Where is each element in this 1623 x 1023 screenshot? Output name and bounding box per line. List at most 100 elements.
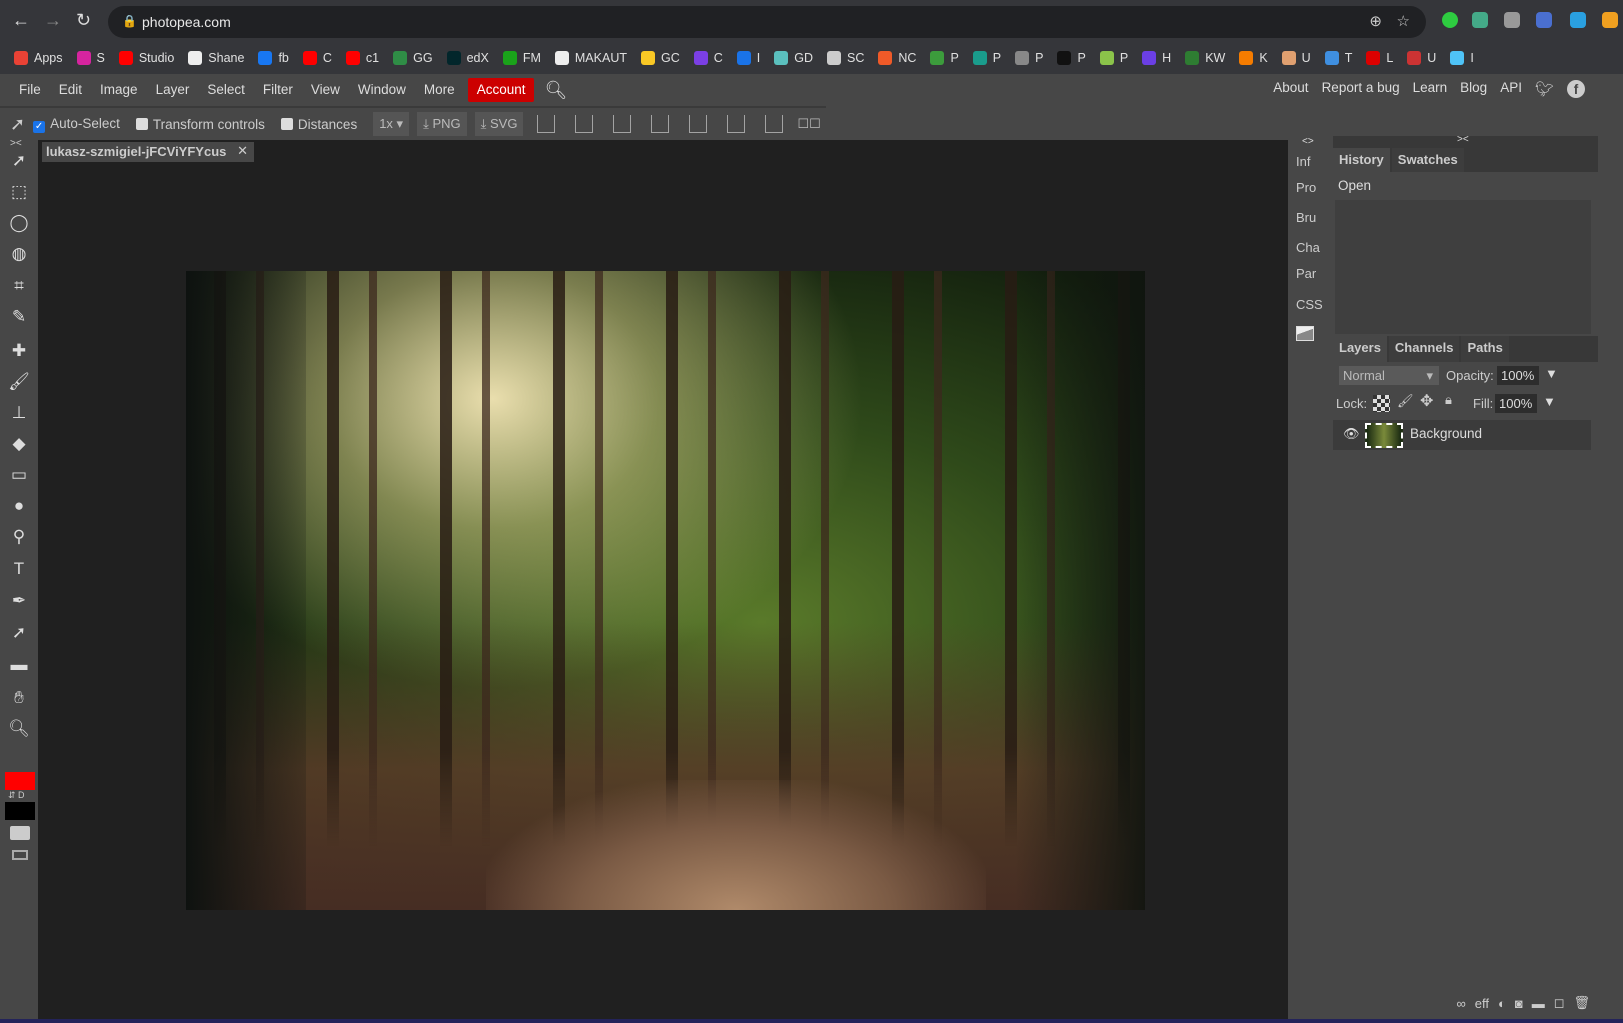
forward-icon[interactable]: → [44,10,62,31]
distribute-horizontal-icon[interactable] [651,115,670,133]
zoom-tool-icon[interactable]: 🔍︎ [8,718,30,740]
hand-tool-icon[interactable]: ✋︎ [8,687,30,709]
tab-swatches[interactable]: Swatches [1391,148,1464,172]
rect-select-tool-icon[interactable]: ⬚ [8,181,30,203]
transform-controls-checkbox[interactable]: Transform controls [135,117,265,132]
extension-icon[interactable] [1442,12,1458,28]
bookmark-item[interactable]: P [930,51,959,65]
link-learn[interactable]: Learn [1413,80,1448,98]
collapse-panel-icon[interactable]: >< [1457,134,1469,145]
adjustment-layer-icon[interactable]: ◐ [1498,996,1506,1011]
menu-view[interactable]: View [302,78,349,102]
blur-tool-icon[interactable]: ● [8,495,30,517]
bookmark-item[interactable]: edX [446,51,489,65]
align-right-icon[interactable] [613,115,632,133]
panel-button-pro[interactable]: Pro [1296,180,1316,195]
bookmark-item[interactable]: c1 [345,51,379,65]
link-api[interactable]: API [1500,80,1522,98]
foreground-color-swatch[interactable] [5,772,35,790]
canvas-image[interactable] [186,271,1145,910]
lock-all-icon[interactable]: 🔒︎ [1445,392,1452,408]
extension-icon[interactable] [1602,12,1618,28]
bookmark-item[interactable]: S [76,51,105,65]
bookmark-item[interactable]: H [1142,51,1171,65]
menu-image[interactable]: Image [91,78,147,102]
pen-tool-icon[interactable]: ✒︎ [8,590,30,612]
reload-icon[interactable]: ↻ [76,10,91,31]
menu-filter[interactable]: Filter [254,78,302,102]
scale-dropdown[interactable]: 1x ▾ [373,112,410,136]
auto-select-checkbox[interactable]: ✓ Auto-Select [33,116,120,133]
lock-paint-icon[interactable]: 🖌︎ [1397,393,1414,409]
brush-tool-icon[interactable]: 🖌︎ [8,371,30,393]
align-left-icon[interactable] [537,115,556,133]
search-icon[interactable]: 🔍︎ [544,80,567,101]
bookmark-item[interactable]: P [1099,51,1128,65]
bookmark-item[interactable]: NC [878,51,916,65]
tab-layers[interactable]: Layers [1333,336,1387,362]
panel-button-css[interactable]: CSS [1296,297,1323,312]
panel-button-par[interactable]: Par [1296,266,1316,281]
layer-name[interactable]: Background [1410,426,1482,441]
fill-input[interactable]: 100% [1495,394,1537,413]
opacity-dropdown-icon[interactable]: ▼ [1545,366,1558,381]
bookmark-item[interactable]: KW [1185,51,1225,65]
blend-mode-select[interactable]: Normal ▾ [1339,366,1439,385]
layer-row[interactable]: 👁︎ Background [1333,420,1591,450]
bookmark-item[interactable]: U [1407,51,1436,65]
panel-button-inf[interactable]: Inf [1296,154,1310,169]
link-report-bug[interactable]: Report a bug [1322,80,1400,98]
eye-icon[interactable]: 👁︎ [1343,426,1360,442]
bookmark-item[interactable]: U [1281,51,1311,65]
bookmark-item[interactable]: FM [502,51,541,65]
bookmark-item[interactable]: I [1450,51,1474,65]
distribute-vertical-icon[interactable]: ☐☐ [797,116,820,132]
menu-layer[interactable]: Layer [147,78,199,102]
bookmark-item[interactable]: GG [393,51,433,65]
bookmark-item[interactable]: P [1015,51,1043,65]
opacity-input[interactable]: 100% [1497,366,1539,385]
bookmark-item[interactable]: I [736,51,760,65]
bookmark-item[interactable]: GD [774,51,813,65]
star-icon[interactable]: ☆ [1397,12,1410,30]
gradient-tool-icon[interactable]: ▭ [8,464,30,486]
rectangle-tool-icon[interactable]: ▬ [8,654,30,676]
quick-select-tool-icon[interactable]: ◍ [8,243,30,265]
panel-button-cha[interactable]: Cha [1296,240,1320,255]
history-item[interactable]: Open [1333,176,1593,195]
align-center-icon[interactable] [575,115,594,133]
close-icon[interactable]: ✕ [237,143,248,159]
extension-icon[interactable] [1570,12,1586,28]
panel-button-bru[interactable]: Bru [1296,210,1316,225]
fill-dropdown-icon[interactable]: ▼ [1543,394,1556,409]
bookmark-item[interactable]: fb [258,51,289,65]
new-layer-icon[interactable]: ◻ [1554,995,1565,1011]
bookmark-item[interactable]: GC [640,51,680,65]
eyedropper-tool-icon[interactable]: ✎ [8,306,30,328]
align-middle-icon[interactable] [727,115,746,133]
bookmark-item[interactable]: L [1366,51,1393,65]
distances-checkbox[interactable]: Distances [280,117,357,132]
menu-account[interactable]: Account [467,78,535,102]
link-blog[interactable]: Blog [1460,80,1487,98]
image-panel-icon[interactable] [1296,326,1314,341]
move-tool-icon[interactable]: ➚ [8,150,30,172]
bookmark-item[interactable]: P [1057,51,1086,65]
delete-layer-icon[interactable]: 🗑︎ [1573,995,1590,1011]
tab-paths[interactable]: Paths [1461,336,1509,362]
tab-history[interactable]: History [1333,148,1390,172]
lock-move-icon[interactable]: ✥ [1420,391,1433,411]
screen-mode-icon[interactable] [12,850,28,860]
lock-transparency-icon[interactable] [1373,395,1390,412]
align-bottom-icon[interactable] [765,115,784,133]
link-layers-icon[interactable]: ∞ [1456,996,1465,1011]
new-folder-icon[interactable]: ▬ [1532,996,1545,1011]
lasso-tool-icon[interactable]: ◯ [8,212,30,234]
healing-tool-icon[interactable]: ✚ [8,340,30,362]
link-about[interactable]: About [1273,80,1308,98]
twitter-icon[interactable]: 🐦︎ [1535,80,1554,98]
bookmark-item[interactable]: SC [827,51,864,65]
facebook-icon[interactable]: f [1567,80,1585,98]
crop-tool-icon[interactable]: ⌗ [8,275,30,297]
expand-panels-icon[interactable]: <> [1302,136,1314,147]
